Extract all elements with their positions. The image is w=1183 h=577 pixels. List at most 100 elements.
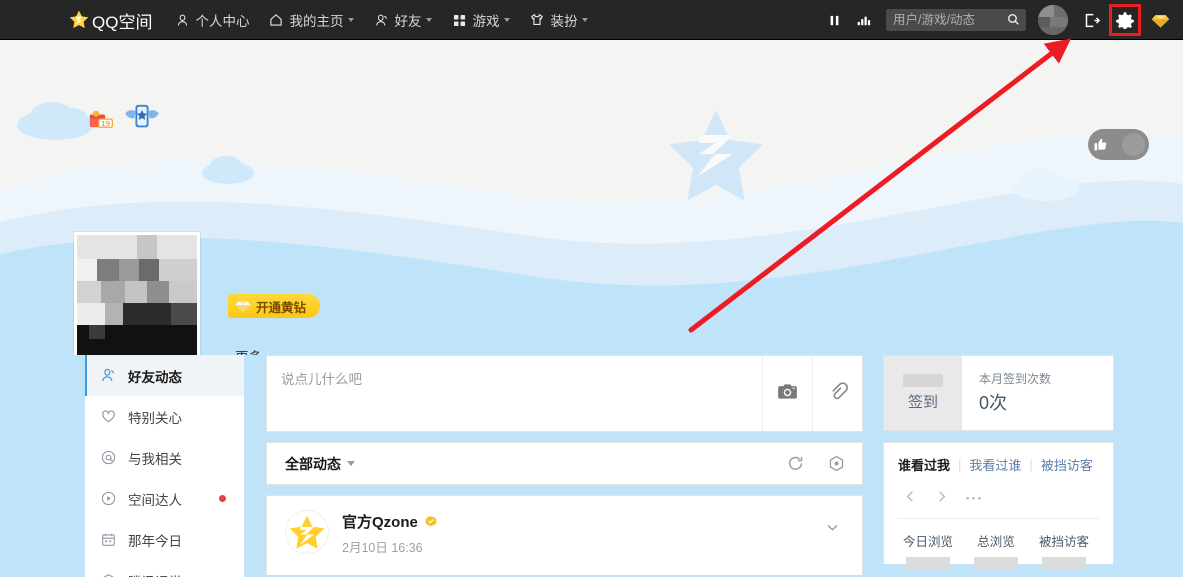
play-circle-icon: [99, 489, 118, 508]
settings-button[interactable]: [1109, 4, 1141, 36]
signal-bars-icon[interactable]: [850, 12, 876, 29]
feed-author-name[interactable]: 官方Qzone: [342, 511, 418, 532]
refresh-button[interactable]: [786, 454, 805, 473]
profile-avatar[interactable]: [74, 232, 200, 355]
feed-timestamp: 2月10日 16:36: [342, 541, 423, 555]
open-vip-button[interactable]: 开通黄钻: [228, 294, 321, 318]
feed-settings-button[interactable]: [827, 454, 846, 473]
stat-blurred-value: [974, 557, 1018, 570]
sidebar-item-label: 腾讯课堂: [128, 571, 182, 577]
wing-star-badge-icon[interactable]: [123, 102, 161, 132]
chevron-down-icon: [504, 18, 511, 22]
feed-filter-label: 全部动态: [285, 455, 341, 472]
visitor-stats: 今日浏览 总浏览 被挡访客: [884, 519, 1113, 570]
at-icon: [99, 448, 118, 467]
yellow-diamond-icon[interactable]: [1147, 10, 1173, 31]
feed-avatar[interactable]: [285, 510, 329, 554]
sidebar: 好友动态 特别关心 与我相关 空间达人 那年今日: [85, 355, 244, 577]
tab-who-visited-me[interactable]: 谁看过我: [898, 455, 950, 474]
nav-item-friends[interactable]: 好友: [373, 10, 433, 30]
signin-count-value: 0次: [979, 393, 1008, 413]
stat-blocked-visitors: 被挡访客: [1030, 531, 1098, 570]
sidebar-item-about-me[interactable]: 与我相关: [85, 437, 244, 478]
add-link-button[interactable]: [812, 356, 862, 431]
nav-item-my-homepage[interactable]: 我的主页: [268, 10, 355, 30]
prev-arrow-icon[interactable]: [902, 488, 919, 505]
right-column: 签到 本月签到次数 0次 谁看过我 | 我看过谁 | 被挡访客 今日浏览 总浏览…: [883, 355, 1114, 570]
nav-item-games[interactable]: 游戏: [451, 10, 511, 30]
unread-dot: [219, 495, 226, 502]
stat-total-views: 总浏览: [962, 531, 1030, 570]
camera-icon: [776, 380, 799, 408]
stat-today-views: 今日浏览: [894, 531, 962, 570]
profile-badges: 19: [88, 102, 161, 132]
center-column: 全部动态: [266, 355, 863, 575]
grid-icon: [451, 12, 467, 28]
feed-item: 官方Qzone 2月10日 16:36: [266, 495, 863, 575]
chevron-down-icon: [582, 18, 589, 22]
chevron-down-icon: [426, 18, 433, 22]
class-icon: [99, 571, 118, 577]
signin-card: 签到 本月签到次数 0次: [883, 355, 1114, 431]
chevron-down-icon: [348, 18, 355, 22]
post-input[interactable]: [267, 356, 762, 431]
top-navigation-bar: QQ空间 个人中心 我的主页 好友 游戏 装扮 用户/游戏/动态: [0, 0, 1183, 40]
heart-icon: [99, 407, 118, 426]
target-icon: [829, 455, 844, 472]
diamond-icon: [234, 297, 252, 315]
next-arrow-icon[interactable]: [933, 488, 950, 505]
main-content: 好友动态 特别关心 与我相关 空间达人 那年今日 说点儿什么吧 全部动态 官方Q…: [0, 355, 1183, 577]
chevron-down-icon: [827, 525, 838, 531]
qzone-logo[interactable]: QQ空间: [68, 8, 152, 33]
star-logo-icon: [68, 9, 90, 31]
user-avatar[interactable]: [1038, 5, 1068, 35]
sidebar-item-label: 特别关心: [128, 410, 182, 426]
svg-text:19: 19: [101, 119, 111, 128]
sidebar-item-label: 好友动态: [128, 369, 182, 385]
tab-separator: |: [1029, 457, 1033, 472]
post-composer[interactable]: [266, 355, 863, 432]
sidebar-item-that-year-today[interactable]: 那年今日: [85, 519, 244, 560]
gift-badge-icon[interactable]: 19: [88, 108, 115, 132]
verified-badge-icon: [424, 515, 438, 529]
nav-item-dressup[interactable]: 装扮: [529, 10, 589, 30]
stat-label: 被挡访客: [1038, 535, 1089, 549]
nav-label: 装扮: [550, 14, 578, 29]
sidebar-item-label: 与我相关: [128, 451, 182, 467]
tab-who-i-visited[interactable]: 我看过谁: [969, 455, 1021, 474]
nav-label: 好友: [394, 14, 422, 29]
praise-toggle[interactable]: [1088, 129, 1149, 160]
nav-item-personal-center[interactable]: 个人中心: [174, 10, 249, 30]
stat-label: 总浏览: [977, 535, 1015, 549]
visitor-tabs: 谁看过我 | 我看过谁 | 被挡访客: [884, 455, 1113, 474]
person-icon: [174, 12, 190, 28]
signin-button[interactable]: 签到: [884, 356, 962, 430]
nav-label: 个人中心: [195, 14, 250, 29]
visitor-nav: [884, 474, 1113, 518]
logout-icon[interactable]: [1078, 11, 1104, 30]
search-box[interactable]: [886, 9, 1026, 31]
search-input[interactable]: [886, 9, 1026, 31]
feed-more-button[interactable]: [823, 518, 842, 542]
stat-label: 今日浏览: [902, 535, 953, 549]
composer-tools: [762, 356, 862, 431]
search-icon[interactable]: [1006, 12, 1021, 32]
add-photo-button[interactable]: [762, 356, 812, 431]
vip-button-label: 开通黄钻: [256, 300, 307, 315]
more-link[interactable]: 更多: [235, 346, 262, 355]
friends-icon: [373, 12, 389, 28]
link-icon: [826, 380, 849, 408]
more-dots-icon[interactable]: [964, 488, 983, 505]
feed-body: 官方Qzone 2月10日 16:36: [342, 510, 438, 575]
sidebar-item-tencent-class[interactable]: 腾讯课堂: [85, 560, 244, 577]
tab-blocked-visitors[interactable]: 被挡访客: [1041, 455, 1093, 474]
profile-banner: 19 开通黄钻: [0, 40, 1183, 355]
thumbs-up-icon: [1092, 136, 1109, 153]
sidebar-item-special-care[interactable]: 特别关心: [85, 396, 244, 437]
sidebar-item-space-expert[interactable]: 空间达人: [85, 478, 244, 519]
nav-label: 我的主页: [289, 14, 344, 29]
feed-filter-actions: [786, 454, 846, 473]
sidebar-item-friends-feed[interactable]: 好友动态: [85, 355, 244, 396]
pause-icon[interactable]: [822, 12, 846, 29]
feed-filter-dropdown[interactable]: 全部动态: [285, 454, 355, 474]
